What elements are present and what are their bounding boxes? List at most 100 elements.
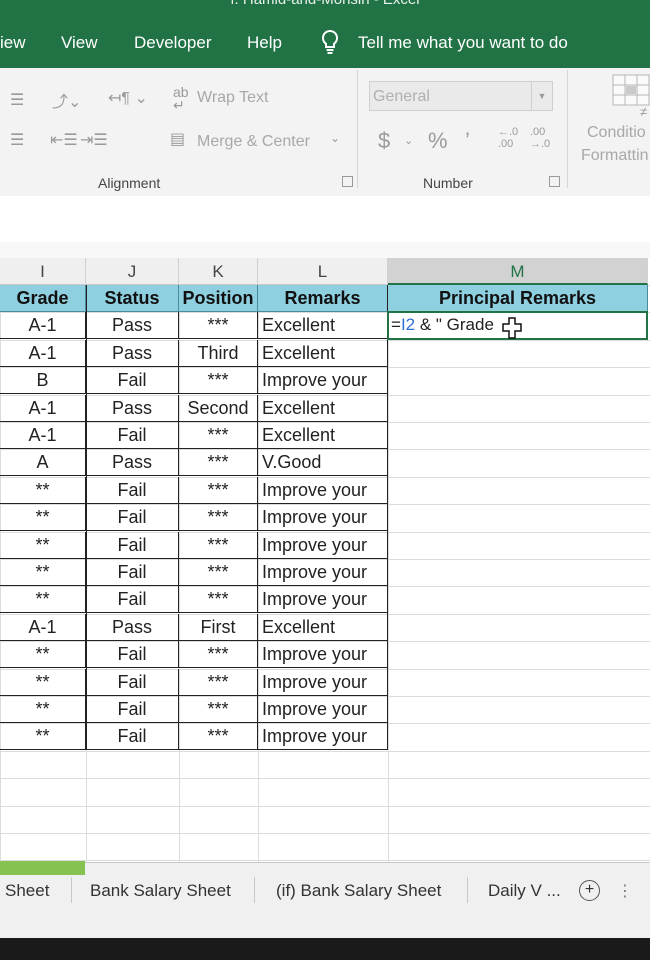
cell-position[interactable]: *** — [179, 641, 258, 668]
cell-grade[interactable]: ** — [0, 586, 86, 613]
cell-status[interactable]: Fail — [86, 559, 179, 586]
number-launcher-icon[interactable] — [549, 176, 560, 187]
cell-grade[interactable]: ** — [0, 723, 86, 750]
add-sheet-button[interactable]: + — [579, 880, 600, 901]
cell-remarks[interactable]: Improve your — [258, 559, 388, 586]
cell-remarks[interactable]: Improve your — [258, 367, 388, 394]
cell-status[interactable]: Fail — [86, 641, 179, 668]
cell-remarks[interactable]: V.Good — [258, 449, 388, 476]
tab-view[interactable]: View — [61, 33, 98, 53]
number-format-select[interactable]: General ▼ — [369, 81, 553, 111]
cell-remarks[interactable]: Excellent — [258, 422, 388, 449]
merge-center-button[interactable]: Merge & Center — [197, 133, 310, 151]
cell-remarks[interactable]: Improve your — [258, 504, 388, 531]
cell-status[interactable]: Pass — [86, 449, 179, 476]
percent-button[interactable]: % — [428, 128, 448, 154]
cell-status[interactable]: Fail — [86, 586, 179, 613]
cell-position[interactable]: *** — [179, 532, 258, 559]
cell-position[interactable]: *** — [179, 723, 258, 750]
merge-center-icon[interactable]: ▤ — [170, 129, 185, 149]
header-remarks[interactable]: Remarks — [258, 285, 388, 312]
cell-grade[interactable]: A-1 — [0, 340, 86, 367]
tab-developer[interactable]: Developer — [134, 33, 212, 53]
cell-remarks[interactable]: Excellent — [258, 395, 388, 422]
column-header-j[interactable]: J — [86, 258, 179, 285]
cell-position[interactable]: Second — [179, 395, 258, 422]
decrease-decimal-button[interactable]: .00 →.0 — [530, 126, 550, 150]
cell-position[interactable]: *** — [179, 504, 258, 531]
cell-remarks[interactable]: Improve your — [258, 477, 388, 504]
paragraph-direction-icon[interactable]: ↤¶ ⌄ — [108, 88, 148, 108]
cell-remarks[interactable]: Excellent — [258, 614, 388, 641]
cell-status[interactable]: Pass — [86, 614, 179, 641]
cell-status[interactable]: Fail — [86, 723, 179, 750]
cell-remarks[interactable]: Excellent — [258, 312, 388, 339]
cell-position[interactable]: *** — [179, 559, 258, 586]
alignment-launcher-icon[interactable] — [342, 176, 353, 187]
cell-status[interactable]: Fail — [86, 477, 179, 504]
sheet-tab[interactable]: Daily V ... — [488, 881, 561, 901]
cell-grade[interactable]: ** — [0, 669, 86, 696]
cell-grade[interactable]: ** — [0, 532, 86, 559]
cell-grade[interactable]: A-1 — [0, 422, 86, 449]
currency-dropdown-icon[interactable]: ⌄ — [404, 134, 413, 147]
cell-status[interactable]: Fail — [86, 696, 179, 723]
cell-grade[interactable]: ** — [0, 559, 86, 586]
cell-remarks[interactable]: Improve your — [258, 532, 388, 559]
cell-remarks[interactable]: Improve your — [258, 696, 388, 723]
cell-grade[interactable]: A — [0, 449, 86, 476]
column-header-k[interactable]: K — [179, 258, 258, 285]
cell-grade[interactable]: ** — [0, 504, 86, 531]
header-principal-remarks[interactable]: Principal Remarks — [388, 285, 648, 312]
cell-position[interactable]: *** — [179, 449, 258, 476]
cell-status[interactable]: Fail — [86, 532, 179, 559]
cell-status[interactable]: Pass — [86, 340, 179, 367]
wrap-text-icon[interactable]: ab ↵ — [173, 85, 189, 112]
merge-dropdown-icon[interactable]: ⌄ — [330, 131, 340, 145]
cell-grade[interactable]: A-1 — [0, 395, 86, 422]
sheet-tab[interactable]: (if) Bank Salary Sheet — [276, 881, 441, 901]
header-grade[interactable]: Grade — [0, 285, 86, 312]
cell-remarks[interactable]: Improve your — [258, 723, 388, 750]
header-status[interactable]: Status — [86, 285, 179, 312]
cell-status[interactable]: Pass — [86, 395, 179, 422]
conditional-formatting-label[interactable]: Conditio — [587, 124, 646, 142]
cell-remarks[interactable]: Improve your — [258, 669, 388, 696]
cell-position[interactable]: *** — [179, 422, 258, 449]
cell-position[interactable]: *** — [179, 367, 258, 394]
cell-remarks[interactable]: Excellent — [258, 340, 388, 367]
cell-grade[interactable]: ** — [0, 641, 86, 668]
orientation-icon[interactable]: ⤴⌄ — [52, 88, 81, 112]
comma-style-button[interactable]: ’ — [465, 128, 470, 154]
cell-position[interactable]: Third — [179, 340, 258, 367]
cell-status[interactable]: Fail — [86, 504, 179, 531]
currency-button[interactable]: $ — [378, 128, 390, 154]
column-header-i[interactable]: I — [0, 258, 86, 285]
conditional-formatting-icon[interactable]: ≠ — [612, 74, 650, 118]
cell-position[interactable]: *** — [179, 477, 258, 504]
cell-position[interactable]: *** — [179, 669, 258, 696]
cell-position[interactable]: *** — [179, 312, 258, 339]
cell-remarks[interactable]: Improve your — [258, 641, 388, 668]
align-lines-icon[interactable]: ☰ — [10, 90, 24, 110]
cell-status[interactable]: Fail — [86, 422, 179, 449]
tab-help[interactable]: Help — [247, 33, 282, 53]
tab-review[interactable]: iew — [0, 33, 26, 53]
cell-grade[interactable]: ** — [0, 696, 86, 723]
sheet-tab[interactable]: Bank Salary Sheet — [90, 881, 231, 901]
increase-indent-icon[interactable]: ⇥☰ — [80, 130, 108, 150]
align-justify-icon[interactable]: ☰ — [10, 130, 24, 150]
formula-text[interactable]: =I2 & " Grade — [391, 311, 494, 339]
more-icon[interactable]: ⋮ — [617, 881, 633, 901]
decrease-indent-icon[interactable]: ⇤☰ — [50, 130, 78, 150]
chevron-down-icon[interactable]: ▼ — [531, 82, 552, 110]
cell-grade[interactable]: A-1 — [0, 614, 86, 641]
cell-grade[interactable]: B — [0, 367, 86, 394]
cell-position[interactable]: First — [179, 614, 258, 641]
cell-grade[interactable]: ** — [0, 477, 86, 504]
column-header-m[interactable]: M — [388, 258, 648, 285]
formatting-label[interactable]: Formattin — [581, 147, 649, 165]
cell-status[interactable]: Fail — [86, 669, 179, 696]
cell-status[interactable]: Fail — [86, 367, 179, 394]
header-position[interactable]: Position — [179, 285, 258, 312]
